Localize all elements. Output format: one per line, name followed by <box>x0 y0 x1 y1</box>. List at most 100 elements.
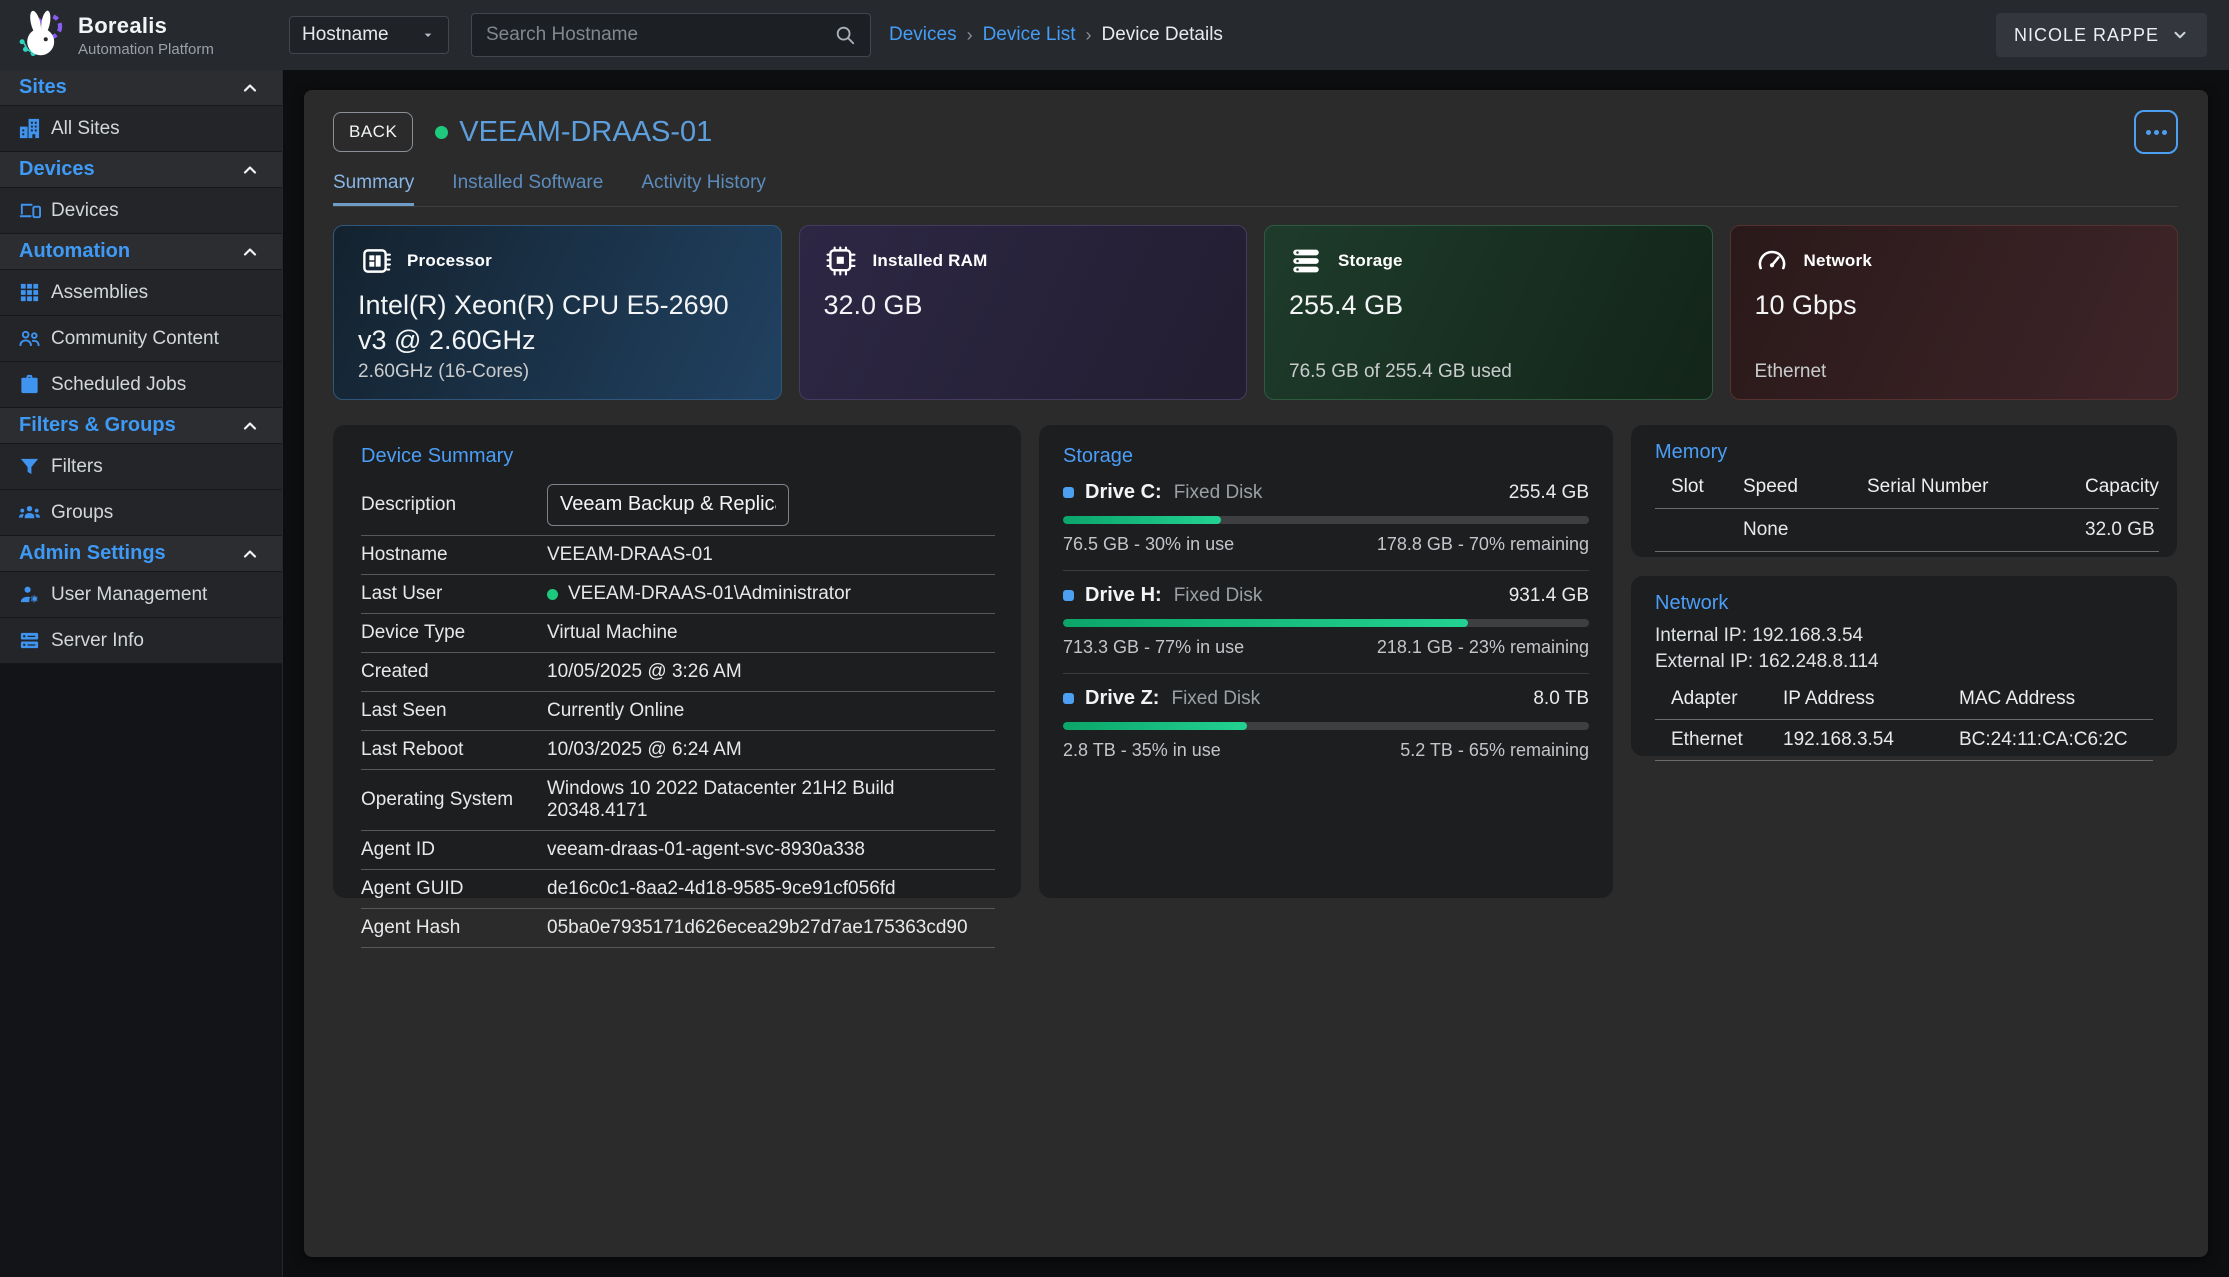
drive-remaining-text: 5.2 TB - 65% remaining <box>1400 740 1589 761</box>
chevron-down-icon <box>2171 26 2189 44</box>
description-input[interactable] <box>547 484 789 526</box>
stat-subtext <box>824 361 1225 383</box>
summary-row-agent-id: Agent ID veeam-draas-01-agent-svc-8930a3… <box>361 831 995 870</box>
sidebar-item-server-info[interactable]: Server Info <box>0 618 282 664</box>
sidebar-section-automation[interactable]: Automation <box>0 234 282 270</box>
stat-title: Installed RAM <box>873 251 988 271</box>
section-label: Admin Settings <box>19 542 166 565</box>
sidebar-section-devices[interactable]: Devices <box>0 152 282 188</box>
sidebar-item-label: Filters <box>51 456 103 478</box>
sidebar-item-devices[interactable]: Devices <box>0 188 282 234</box>
drive-h: Drive H: Fixed Disk 931.4 GB 713.3 GB - … <box>1063 571 1589 674</box>
row-label: Operating System <box>361 789 547 811</box>
sidebar-item-assemblies[interactable]: Assemblies <box>0 270 282 316</box>
storage-panel: Storage Drive C: Fixed Disk 255.4 GB 76.… <box>1039 425 1613 898</box>
drive-usage-bar <box>1063 516 1589 524</box>
row-value: veeam-draas-01-agent-svc-8930a338 <box>547 839 865 861</box>
network-speed-icon <box>1755 244 1789 278</box>
row-label: Agent GUID <box>361 878 547 900</box>
user-gear-icon <box>18 583 41 606</box>
search-box <box>471 13 871 57</box>
device-summary-panel: Device Summary Description Hostname VEEA… <box>333 425 1021 898</box>
caret-down-icon <box>420 27 436 43</box>
chevron-up-icon <box>240 242 260 262</box>
memory-panel: Memory Slot Speed Serial Number Capacity… <box>1631 425 2177 557</box>
section-label: Sites <box>19 76 67 99</box>
sidebar-item-label: Devices <box>51 200 119 222</box>
row-label: Hostname <box>361 544 547 566</box>
stat-subtext: 2.60GHz (16-Cores) <box>358 361 759 383</box>
sidebar-item-label: Assemblies <box>51 282 148 304</box>
section-label: Automation <box>19 240 130 263</box>
adapter-mac-cell: BC:24:11:CA:C6:2C <box>1959 719 2153 761</box>
drive-size: 931.4 GB <box>1509 585 1589 607</box>
sidebar-item-scheduled-jobs[interactable]: Scheduled Jobs <box>0 362 282 408</box>
row-value: Currently Online <box>547 700 684 722</box>
tab-installed-software[interactable]: Installed Software <box>452 172 603 206</box>
online-status-dot <box>547 589 558 600</box>
drive-name: Drive Z: <box>1085 687 1159 710</box>
briefcase-icon <box>18 373 41 396</box>
ram-icon <box>824 244 858 278</box>
internal-ip-line: Internal IP: 192.168.3.54 <box>1655 623 2153 649</box>
sidebar-section-sites[interactable]: Sites <box>0 70 282 106</box>
more-actions-button[interactable] <box>2134 110 2178 154</box>
sidebar-item-filters[interactable]: Filters <box>0 444 282 490</box>
breadcrumb-device-details: Device Details <box>1102 24 1223 46</box>
memory-slot-cell <box>1655 508 1743 552</box>
drive-used-text: 713.3 GB - 77% in use <box>1063 637 1244 658</box>
row-value: VEEAM-DRAAS-01\Administrator <box>547 583 851 605</box>
summary-row-last-reboot: Last Reboot 10/03/2025 @ 6:24 AM <box>361 731 995 770</box>
drive-bullet-icon <box>1063 487 1074 498</box>
chevron-up-icon <box>240 416 260 436</box>
drive-type: Fixed Disk <box>1174 585 1263 607</box>
row-value: Virtual Machine <box>547 622 678 644</box>
column-header: IP Address <box>1783 688 1959 719</box>
right-column: Memory Slot Speed Serial Number Capacity… <box>1631 425 2177 756</box>
sidebar-item-all-sites[interactable]: All Sites <box>0 106 282 152</box>
people-icon <box>18 327 41 350</box>
drive-usage-bar <box>1063 619 1589 627</box>
row-label: Agent Hash <box>361 917 547 939</box>
sidebar-item-label: Community Content <box>51 328 219 350</box>
search-input[interactable] <box>486 24 834 46</box>
main-content: BACK VEEAM-DRAAS-01 Summary Installed So… <box>283 70 2229 1277</box>
memory-panel-title: Memory <box>1655 441 2153 464</box>
page-header: BACK VEEAM-DRAAS-01 <box>333 106 2178 158</box>
sidebar-item-user-management[interactable]: User Management <box>0 572 282 618</box>
sidebar-section-filters-groups[interactable]: Filters & Groups <box>0 408 282 444</box>
section-label: Devices <box>19 158 95 181</box>
hostname-filter-select[interactable]: Hostname <box>289 16 449 54</box>
column-header: Speed <box>1743 476 1867 508</box>
ram-card: Installed RAM 32.0 GB <box>799 225 1248 400</box>
drive-name: Drive C: <box>1085 481 1162 504</box>
brand: Borealis Automation Platform <box>0 8 283 62</box>
cpu-icon <box>358 244 392 278</box>
sidebar-item-groups[interactable]: Groups <box>0 490 282 536</box>
chevron-up-icon <box>240 160 260 180</box>
breadcrumb-devices[interactable]: Devices <box>889 24 957 46</box>
storage-card: Storage 255.4 GB 76.5 GB of 255.4 GB use… <box>1264 225 1713 400</box>
sidebar-item-community-content[interactable]: Community Content <box>0 316 282 362</box>
sidebar-section-admin-settings[interactable]: Admin Settings <box>0 536 282 572</box>
memory-serial-cell <box>1867 508 2085 552</box>
row-label: Device Type <box>361 622 547 644</box>
sidebar-item-label: User Management <box>51 584 207 606</box>
tab-activity-history[interactable]: Activity History <box>641 172 766 206</box>
breadcrumb-device-list[interactable]: Device List <box>983 24 1076 46</box>
stat-subtext: 76.5 GB of 255.4 GB used <box>1289 361 1690 383</box>
adapter-name-cell: Ethernet <box>1655 719 1783 761</box>
drive-c: Drive C: Fixed Disk 255.4 GB 76.5 GB - 3… <box>1063 468 1589 571</box>
row-value: 05ba0e7935171d626ecea29b27d7ae175363cd90 <box>547 917 968 939</box>
row-label: Created <box>361 661 547 683</box>
server-icon <box>18 629 41 652</box>
tab-summary[interactable]: Summary <box>333 172 414 206</box>
back-button[interactable]: BACK <box>333 112 413 152</box>
chevron-up-icon <box>240 78 260 98</box>
user-menu-button[interactable]: NICOLE RAPPE <box>1996 13 2207 57</box>
drive-bullet-icon <box>1063 590 1074 601</box>
panels: Device Summary Description Hostname VEEA… <box>333 425 2178 898</box>
sidebar-item-label: All Sites <box>51 118 120 140</box>
sidebar-item-label: Groups <box>51 502 113 524</box>
stat-title: Network <box>1804 251 1872 271</box>
